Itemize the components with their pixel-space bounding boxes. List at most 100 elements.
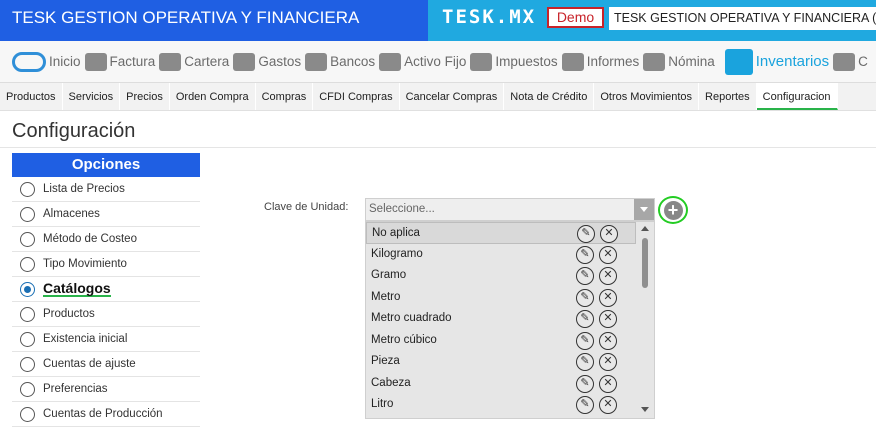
module-factura[interactable]: Factura [84, 52, 155, 71]
demo-badge[interactable]: Demo [547, 7, 604, 28]
edit-icon[interactable]: ✎ [576, 310, 594, 328]
page-title: Configuración [12, 120, 136, 142]
company-selector[interactable]: TESK GESTION OPERATIVA Y FINANCIERA (I [609, 7, 876, 30]
list-scrollbar[interactable] [637, 222, 654, 418]
edit-icon[interactable]: ✎ [577, 225, 595, 243]
submenu: Productos Servicios Precios Orden Compra… [0, 83, 876, 111]
module-cartera[interactable]: Cartera [159, 52, 229, 71]
radio-icon[interactable] [20, 331, 35, 347]
option-metodo-de-costeo[interactable]: Método de Costeo [12, 227, 200, 252]
submenu-productos[interactable]: Productos [0, 83, 63, 110]
wallet-icon [159, 52, 182, 71]
house-icon [379, 52, 402, 71]
radio-icon[interactable] [20, 181, 35, 197]
radio-icon[interactable] [20, 381, 35, 397]
module-bancos[interactable]: Bancos [305, 52, 375, 71]
clave-de-unidad-label: Clave de Unidad: [264, 201, 349, 213]
card-icon [643, 52, 666, 71]
chevron-down-icon[interactable] [634, 199, 654, 220]
list-item[interactable]: Metro cuadrado ✎ ✕ [366, 308, 636, 330]
list-item[interactable]: Litro ✎ ✕ [366, 394, 636, 416]
submenu-orden-compra[interactable]: Orden Compra [170, 83, 256, 110]
scroll-thumb[interactable] [642, 238, 648, 288]
module-nomina[interactable]: Nómina [643, 52, 715, 71]
list-item[interactable]: Kilogramo ✎ ✕ [366, 244, 636, 266]
list-item[interactable]: Metro ✎ ✕ [366, 287, 636, 309]
add-unit-button[interactable]: + [658, 196, 688, 224]
plus-icon: + [663, 200, 683, 220]
options-header: Opciones [12, 153, 200, 177]
delete-icon[interactable]: ✕ [599, 396, 617, 414]
option-existencia-inicial[interactable]: Existencia inicial [12, 327, 200, 352]
radio-icon[interactable] [20, 406, 35, 422]
app-title: TESK GESTION OPERATIVA Y FINANCIERA [0, 0, 428, 41]
submenu-reportes[interactable]: Reportes [699, 83, 757, 110]
module-informes[interactable]: Informes [561, 52, 639, 71]
list-item[interactable]: Metro cúbico ✎ ✕ [366, 330, 636, 352]
module-c[interactable]: C [833, 52, 868, 71]
delete-icon[interactable]: ✕ [599, 267, 617, 285]
delete-icon[interactable]: ✕ [600, 225, 618, 243]
submenu-cfdi-compras[interactable]: CFDI Compras [313, 83, 400, 110]
option-productos[interactable]: Productos [12, 302, 200, 327]
submenu-compras[interactable]: Compras [256, 83, 314, 110]
delete-icon[interactable]: ✕ [599, 310, 617, 328]
safe-icon [305, 52, 328, 71]
brand-bar: TESK.MX Demo TESK GESTION OPERATIVA Y FI… [428, 0, 876, 41]
brand-logo: TESK.MX [442, 6, 537, 28]
submenu-servicios[interactable]: Servicios [63, 83, 121, 110]
title-divider [0, 147, 876, 148]
submenu-nota-de-credito[interactable]: Nota de Crédito [504, 83, 595, 110]
module-inventarios[interactable]: Inventarios [724, 48, 829, 75]
module-inicio[interactable]: Inicio [0, 51, 81, 72]
module-nav: Inicio Factura Cartera Gastos Bancos Act… [0, 41, 876, 83]
option-catalogos[interactable]: Catálogos [12, 277, 200, 302]
cloud-icon [12, 51, 46, 72]
delete-icon[interactable]: ✕ [599, 374, 617, 393]
delete-icon[interactable]: ✕ [599, 331, 617, 350]
scroll-up-icon[interactable] [641, 226, 649, 231]
options-panel: Opciones Lista de Precios Almacenes Méto… [12, 153, 200, 427]
radio-icon[interactable] [20, 231, 35, 247]
list-item[interactable]: No aplica ✎ ✕ [366, 222, 636, 244]
module-impuestos[interactable]: Impuestos [470, 52, 558, 71]
option-lista-de-precios[interactable]: Lista de Precios [12, 177, 200, 202]
clave-de-unidad-select[interactable]: Seleccione... [365, 198, 655, 221]
submenu-configuracion[interactable]: Configuracion [756, 83, 838, 110]
submenu-precios[interactable]: Precios [120, 83, 170, 110]
edit-icon[interactable]: ✎ [576, 396, 594, 414]
edit-icon[interactable]: ✎ [576, 288, 594, 307]
box-icon [724, 48, 753, 75]
option-cuentas-de-produccion[interactable]: Cuentas de Producción [12, 402, 200, 427]
edit-icon[interactable]: ✎ [576, 267, 594, 285]
radio-icon[interactable] [20, 306, 35, 322]
option-preferencias[interactable]: Preferencias [12, 377, 200, 402]
checklist-icon [833, 52, 856, 71]
delete-icon[interactable]: ✕ [599, 288, 617, 307]
radio-icon[interactable] [20, 256, 35, 272]
select-placeholder: Seleccione... [369, 203, 435, 215]
delete-icon[interactable]: ✕ [599, 245, 617, 264]
list-item[interactable]: Pieza ✎ ✕ [366, 351, 636, 373]
cart-icon [233, 52, 256, 71]
delete-icon[interactable]: ✕ [599, 353, 617, 371]
edit-icon[interactable]: ✎ [576, 374, 594, 393]
list-item[interactable]: Cabeza ✎ ✕ [366, 373, 636, 395]
edit-icon[interactable]: ✎ [576, 331, 594, 350]
unit-dropdown-list: No aplica ✎ ✕ Kilogramo ✎ ✕ Gramo ✎ ✕ Metro ✎ ✕ … [365, 221, 655, 419]
document-icon [561, 52, 584, 71]
option-tipo-movimiento[interactable]: Tipo Movimiento [12, 252, 200, 277]
option-cuentas-de-ajuste[interactable]: Cuentas de ajuste [12, 352, 200, 377]
submenu-otros-movimientos[interactable]: Otros Movimientos [594, 83, 700, 110]
radio-icon[interactable] [20, 206, 35, 222]
list-item[interactable]: Gramo ✎ ✕ [366, 265, 636, 287]
submenu-cancelar-compras[interactable]: Cancelar Compras [400, 83, 505, 110]
edit-icon[interactable]: ✎ [576, 245, 594, 264]
edit-icon[interactable]: ✎ [576, 353, 594, 371]
radio-icon[interactable] [20, 281, 35, 297]
module-activo-fijo[interactable]: Activo Fijo [379, 52, 466, 71]
scroll-down-icon[interactable] [641, 407, 649, 412]
option-almacenes[interactable]: Almacenes [12, 202, 200, 227]
radio-icon[interactable] [20, 356, 35, 372]
module-gastos[interactable]: Gastos [233, 52, 301, 71]
